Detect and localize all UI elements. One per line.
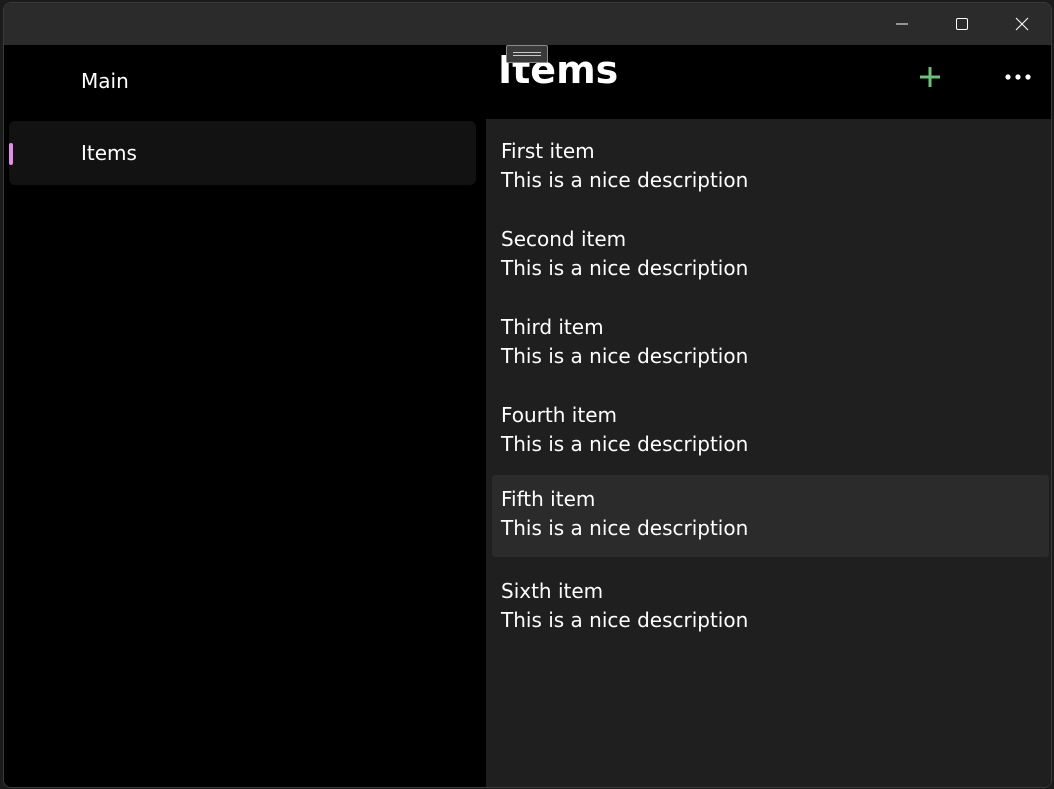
add-item-button[interactable] [910,59,950,95]
more-options-button[interactable] [998,59,1038,95]
close-icon [1015,17,1029,31]
item-description: This is a nice description [501,256,749,280]
maximize-button[interactable] [932,3,992,45]
more-horizontal-icon [1005,74,1031,80]
nav-item-items[interactable]: Items [9,121,476,185]
list-item[interactable]: Second item This is a nice description [492,207,1049,289]
list-item[interactable]: Third item This is a nice description [492,295,1049,377]
app-window: Main Items Items First item This is a ni… [3,2,1052,788]
nav-item-label: Items [81,141,137,165]
item-title: Third item [501,315,604,339]
maximize-icon [956,18,968,30]
item-description: This is a nice description [501,168,749,192]
item-title: First item [501,139,595,163]
plus-icon [920,67,940,87]
items-list[interactable]: First item This is a nice description Se… [486,119,1051,787]
nav-item-main[interactable]: Main [9,49,476,113]
drag-handle[interactable] [506,45,548,63]
list-item[interactable]: First item This is a nice description [492,119,1049,201]
item-title: Sixth item [501,579,604,603]
minimize-button[interactable] [872,3,932,45]
item-description: This is a nice description [501,432,749,456]
item-description: This is a nice description [501,608,749,632]
navigation-pane: Main Items [4,45,482,787]
list-item[interactable]: Sixth item This is a nice description [492,559,1049,641]
title-bar[interactable] [4,3,1051,45]
item-description: This is a nice description [501,516,749,540]
selection-indicator [9,143,13,165]
list-item[interactable]: Fifth item This is a nice description [492,475,1049,557]
content-frame: Items First item This is a nice descript… [482,45,1051,787]
list-item[interactable]: Fourth item This is a nice description [492,383,1049,465]
nav-item-label: Main [81,69,129,93]
item-title: Second item [501,227,627,251]
item-title: Fourth item [501,403,617,427]
close-button[interactable] [992,3,1051,45]
minimize-icon [896,23,908,25]
item-title: Fifth item [501,487,596,511]
item-description: This is a nice description [501,344,749,368]
